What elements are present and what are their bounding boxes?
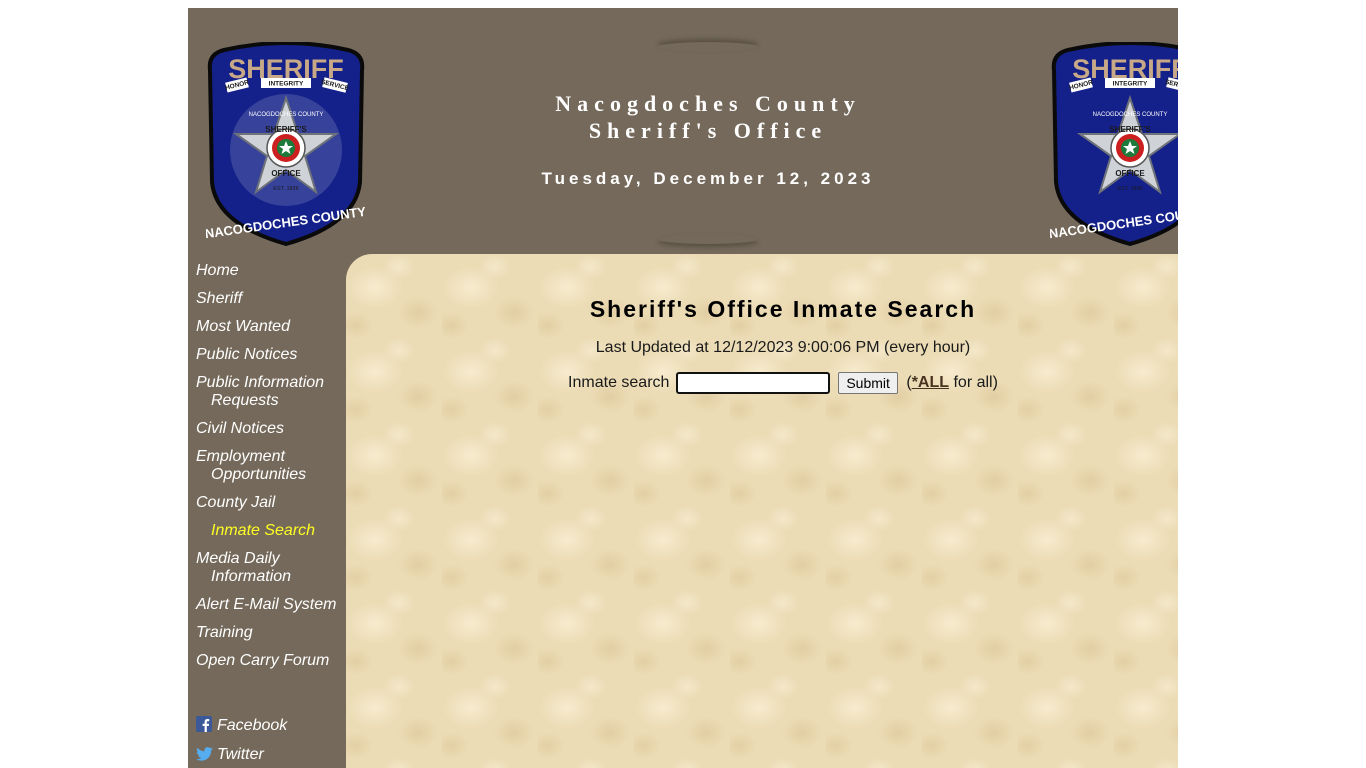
page-frame: SHERIFF HONOR INTEGRITY SERVICE SHERIFF'… — [188, 8, 1178, 768]
facebook-icon — [196, 716, 212, 732]
nav-item-media-daily-information[interactable]: Media Daily Information — [196, 550, 344, 586]
svg-text:INTEGRITY: INTEGRITY — [269, 81, 304, 88]
svg-text:NACOGDOCHES COUNTY: NACOGDOCHES COUNTY — [1093, 112, 1168, 118]
nav-item-most-wanted[interactable]: Most Wanted — [196, 318, 344, 336]
svg-text:OFFICE: OFFICE — [271, 169, 301, 178]
last-updated-text: Last Updated at 12/12/2023 9:00:06 PM (e… — [595, 339, 971, 356]
all-inmates-link[interactable]: *ALL — [912, 374, 949, 391]
twitter-icon — [196, 747, 213, 763]
facebook-link[interactable]: Facebook — [196, 716, 287, 735]
svg-text:OFFICE: OFFICE — [1115, 169, 1145, 178]
inmate-search-label: Inmate search — [568, 374, 670, 391]
nav-item-sheriff[interactable]: Sheriff — [196, 290, 344, 308]
sheriff-badge-logo-right: SHERIFF HONOR INTEGRITY SERVICE SHERIFF'… — [1050, 42, 1178, 246]
site-title: Nacogdoches County Sheriff's Office — [388, 90, 1028, 144]
facebook-label: Facebook — [217, 717, 288, 734]
svg-text:NACOGDOCHES COUNTY: NACOGDOCHES COUNTY — [249, 112, 324, 118]
nav-item-alert-email-system[interactable]: Alert E-Mail System — [196, 596, 348, 614]
nav-item-public-notices[interactable]: Public Notices — [196, 346, 344, 364]
submit-button[interactable]: Submit — [838, 372, 898, 394]
svg-text:SHERIFF'S: SHERIFF'S — [1109, 125, 1151, 134]
nav-item-county-jail[interactable]: County Jail — [196, 494, 344, 512]
nav-item-open-carry-forum[interactable]: Open Carry Forum — [196, 652, 344, 670]
nav-item-training[interactable]: Training — [196, 624, 344, 642]
nav-item-public-information-requests[interactable]: Public Information Requests — [196, 374, 344, 410]
inmate-search-input[interactable] — [675, 372, 830, 394]
svg-text:INTEGRITY: INTEGRITY — [1113, 81, 1148, 88]
nav-item-employment-opportunities[interactable]: Employment Opportunities — [196, 448, 344, 484]
nav-item-inmate-search[interactable]: Inmate Search — [211, 522, 359, 540]
page-title: Sheriff's Office Inmate Search — [589, 296, 977, 322]
svg-text:EST. 1836: EST. 1836 — [1117, 186, 1142, 192]
inmate-search-form: Inmate search Submit (*ALL for all) — [346, 372, 1178, 394]
twitter-link[interactable]: Twitter — [196, 746, 264, 764]
nav-item-civil-notices[interactable]: Civil Notices — [196, 420, 344, 438]
all-hint-close: for all) — [949, 374, 998, 391]
twitter-label: Twitter — [217, 746, 264, 763]
site-title-line-2: Sheriff's Office — [588, 118, 828, 143]
site-header: SHERIFF HONOR INTEGRITY SERVICE SHERIFF'… — [188, 8, 1178, 254]
sheriff-badge-logo-left: SHERIFF HONOR INTEGRITY SERVICE SHERIFF'… — [206, 42, 366, 246]
header-arc-bottom — [658, 234, 758, 244]
all-hint: (*ALL for all) — [906, 374, 998, 391]
nav-item-home[interactable]: Home — [196, 262, 344, 280]
site-title-line-1: Nacogdoches County — [555, 91, 861, 116]
current-date: Tuesday, December 12, 2023 — [541, 169, 875, 188]
svg-text:SHERIFF'S: SHERIFF'S — [265, 125, 307, 134]
main-content: Sheriff's Office Inmate Search Last Upda… — [346, 254, 1178, 768]
header-arc-top — [658, 42, 758, 52]
sidebar-nav: Home Sheriff Most Wanted Public Notices … — [188, 254, 346, 768]
svg-text:EST. 1836: EST. 1836 — [273, 186, 298, 192]
